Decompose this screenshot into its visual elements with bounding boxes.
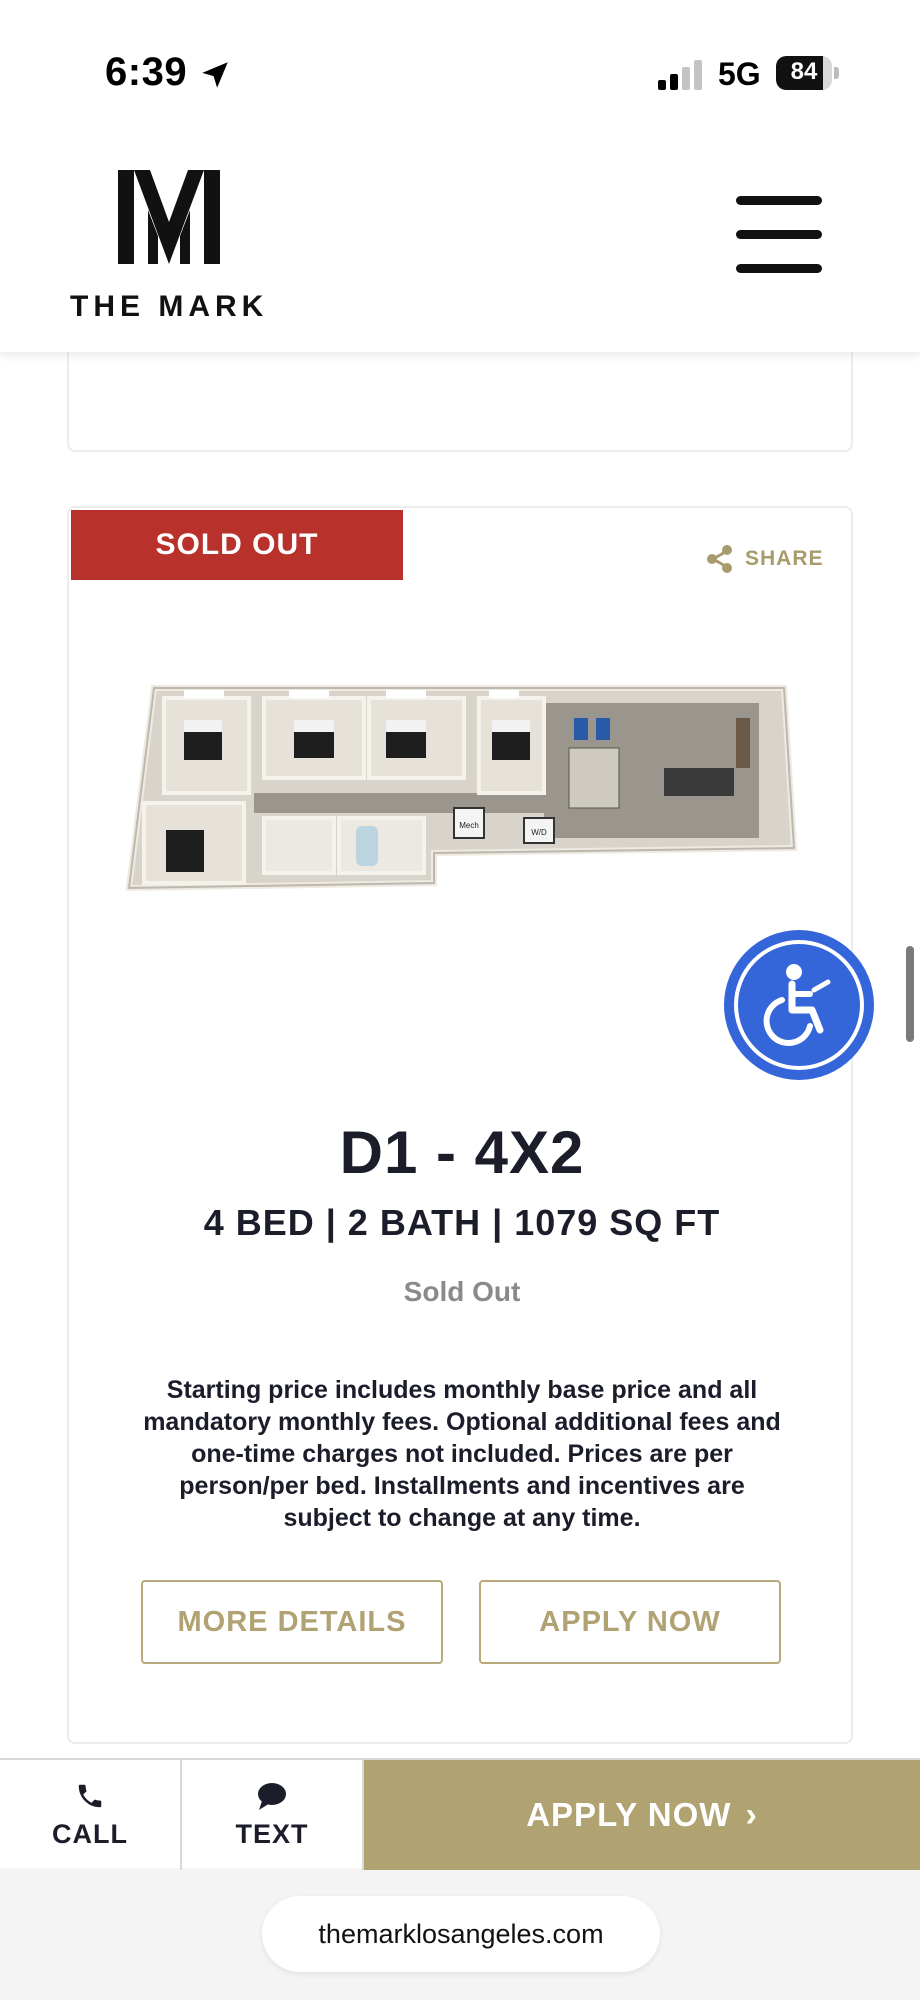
call-button[interactable]: CALL <box>0 1760 182 1870</box>
apply-now-bar-button[interactable]: APPLY NOW › <box>364 1760 920 1870</box>
battery-percent: 84 <box>790 58 818 85</box>
accessibility-button[interactable] <box>724 930 874 1080</box>
sold-out-badge: SOLD OUT <box>71 510 403 580</box>
share-button[interactable]: SHARE <box>705 544 824 574</box>
clock-time: 6:39 <box>105 50 188 94</box>
phone-icon <box>78 1784 102 1807</box>
hamburger-menu-icon[interactable] <box>736 196 824 273</box>
wheelchair-icon <box>763 964 831 1046</box>
cellular-signal-icon <box>658 60 702 90</box>
unit-specs: 4 BED | 2 BATH | 1079 SQ FT <box>203 1202 721 1243</box>
wd-label: W/D <box>531 828 547 837</box>
bottom-action-bar: CALL TEXT APPLY NOW › <box>0 1758 920 1870</box>
pricing-disclaimer: Starting price includes monthly base pri… <box>143 1376 781 1532</box>
more-details-button[interactable]: MORE DETAILS <box>141 1580 443 1664</box>
share-icon <box>707 545 732 573</box>
network-type: 5G <box>718 56 761 92</box>
site-header: THE MARK <box>0 140 920 352</box>
floorplan-image[interactable]: Mech W/D <box>124 658 804 948</box>
browser-toolbar: themarklosangeles.com <box>0 1868 920 2000</box>
share-label: SHARE <box>745 547 824 570</box>
the-mark-logo-icon <box>118 170 220 264</box>
unit-title: D1 - 4X2 <box>339 1119 585 1186</box>
chevron-right-icon: › <box>745 1795 758 1834</box>
mech-label: Mech <box>459 821 479 830</box>
unit-availability-status: Sold Out <box>403 1276 521 1307</box>
logo-text: THE MARK <box>70 290 269 323</box>
apply-now-card-button[interactable]: APPLY NOW <box>479 1580 781 1664</box>
location-arrow-icon <box>202 62 228 88</box>
url-bar[interactable]: themarklosangeles.com <box>262 1896 660 1972</box>
text-label: TEXT <box>235 1818 309 1849</box>
status-bar: 6:39 5G 84 <box>0 0 920 140</box>
apply-now-bar-label: APPLY NOW <box>526 1796 732 1833</box>
call-label: CALL <box>52 1818 128 1849</box>
scrollbar[interactable] <box>906 946 914 1042</box>
text-button[interactable]: TEXT <box>182 1760 364 1870</box>
floorplan-card: SOLD OUT SHARE Mech W/D D1 - 4X2 4 BED |… <box>67 506 853 1744</box>
chat-bubble-icon <box>258 1782 286 1810</box>
battery-icon: 84 <box>776 56 839 90</box>
